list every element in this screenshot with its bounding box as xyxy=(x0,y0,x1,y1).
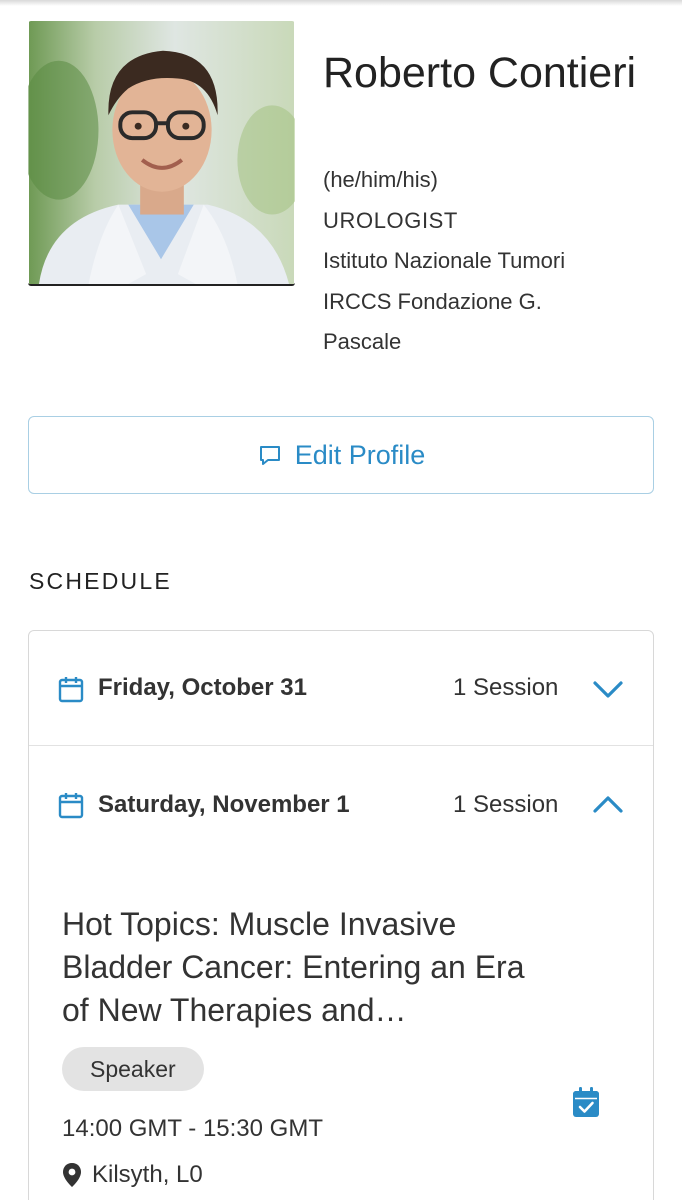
day-row-saturday[interactable]: Saturday, November 1 1 Session xyxy=(29,747,653,862)
chevron-up-icon[interactable] xyxy=(592,791,624,819)
session-location: Kilsyth, L0 xyxy=(62,1161,203,1189)
schedule-card: Friday, October 31 1 Session Saturday, N… xyxy=(28,630,654,1200)
day-label: Friday, October 31 xyxy=(98,674,307,701)
edit-profile-label: Edit Profile xyxy=(294,439,426,470)
session-count: 1 Session xyxy=(453,674,559,701)
day-label: Saturday, November 1 xyxy=(98,790,350,818)
role-badge: Speaker xyxy=(62,1047,204,1091)
schedule-heading: SCHEDULE xyxy=(29,568,172,594)
session-title[interactable]: Hot Topics: Muscle Invasive Bladder Canc… xyxy=(62,903,542,1032)
calendar-check-icon[interactable] xyxy=(572,1086,600,1118)
session-time: 14:00 GMT - 15:30 GMT xyxy=(62,1115,323,1142)
top-shadow xyxy=(0,0,682,6)
day-row-friday[interactable]: Friday, October 31 1 Session xyxy=(29,631,653,746)
profile-pronouns: (he/him/his) xyxy=(323,167,438,192)
session-location-text: Kilsyth, L0 xyxy=(92,1161,203,1188)
map-pin-icon xyxy=(62,1162,82,1188)
chevron-down-icon[interactable] xyxy=(592,675,624,703)
calendar-icon xyxy=(58,791,84,819)
comment-icon xyxy=(257,442,283,468)
calendar-icon xyxy=(58,675,84,703)
profile-institution: Istituto Nazionale Tumori IRCCS Fondazio… xyxy=(323,248,566,354)
avatar xyxy=(28,21,295,286)
edit-profile-button[interactable]: Edit Profile xyxy=(28,416,654,494)
session-count: 1 Session xyxy=(453,790,559,818)
profile-role: UROLOGIST xyxy=(323,207,458,233)
profile-name: Roberto Contieri xyxy=(323,49,637,97)
profile-meta: (he/him/his) UROLOGIST Istituto Nazional… xyxy=(323,160,623,363)
